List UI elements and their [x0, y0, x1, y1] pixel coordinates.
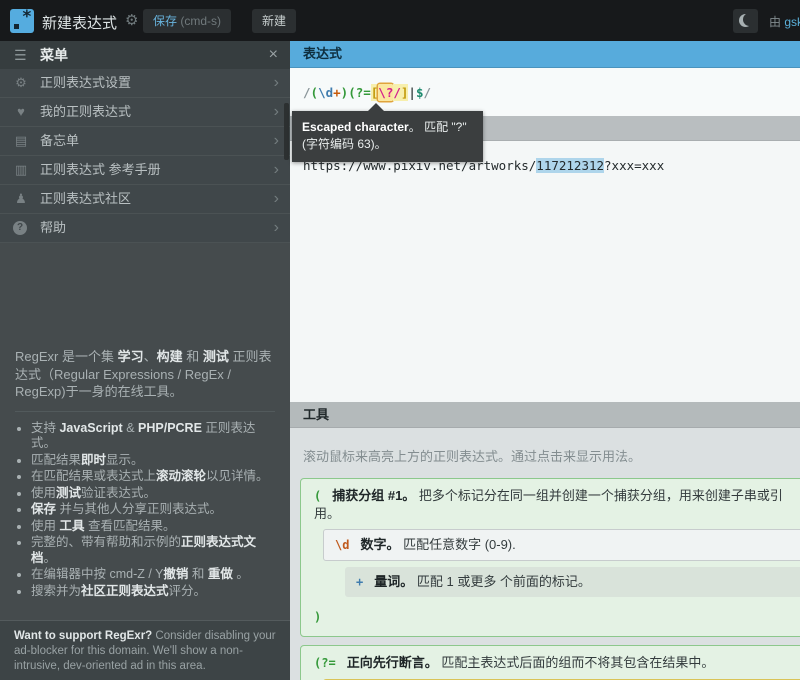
save-shortcut-hint: (cmd-s) [177, 14, 221, 28]
sidebar-item-help[interactable]: ? 帮助 › [0, 214, 290, 243]
tools-header-label: 工具 [303, 407, 329, 422]
feature-list: 支持 JavaScript & PHP/PCRE 正则表达式。 匹配结果即时显示… [15, 421, 275, 600]
feature-item: 支持 JavaScript & PHP/PCRE 正则表达式。 [31, 421, 275, 452]
heart-icon: ♥ [13, 98, 29, 126]
token-group-close: ) [314, 610, 321, 624]
tools-hint: 滚动鼠标来高亮上方的正则表达式。通过点击来显示用法。 [290, 428, 800, 478]
feature-item: 使用 工具 查看匹配结果。 [31, 519, 275, 535]
menu-header: ☰ 菜单 × [0, 41, 290, 69]
ad-notice: Want to support RegExr? Consider disabli… [0, 620, 290, 680]
save-button-label: 保存 [153, 14, 177, 28]
tools-header: 工具 [290, 402, 800, 428]
chevron-right-icon: › [274, 214, 279, 242]
save-button[interactable]: 保存 (cmd-s) [143, 9, 231, 33]
sidebar-scrollbar[interactable] [284, 103, 289, 160]
menu-title: 菜单 [40, 47, 68, 63]
explain-sub-digit[interactable]: \d数字。 匹配任意数字 (0-9). [323, 529, 800, 561]
gear-icon: ⚙ [13, 69, 29, 97]
feature-item: 在编辑器中按 cmd-Z / Y撤销 和 重做 。 [31, 567, 275, 583]
sidebar-item-cheatsheet[interactable]: ▤ 备忘单 › [0, 127, 290, 156]
explain-row-group-open[interactable]: (捕获分组 #1。 把多个标记分在同一组并创建一个捕获分组，用来创建子串或引用。 [301, 482, 800, 527]
menu-list-icon: ☰ [14, 41, 27, 69]
explain-block-lookahead[interactable]: (?=正向先行断言。 匹配主表达式后面的组而不将其包含在结果中。 [字符集。 匹… [300, 645, 800, 680]
token-quantifier: + [356, 575, 363, 589]
sidebar-item-label: 正则表达式社区 [40, 191, 131, 206]
main-panel: 表达式 /(\d+)(?=[\?/]|$/ https://www.pixiv.… [290, 41, 800, 680]
chevron-right-icon: › [274, 185, 279, 213]
title-gear-icon[interactable]: ⚙ [125, 11, 138, 29]
sidebar-item-reference[interactable]: ▥ 正则表达式 参考手册 › [0, 156, 290, 185]
feature-item: 使用测试验证表达式。 [31, 486, 275, 502]
chevron-right-icon: › [274, 156, 279, 184]
test-text-area[interactable]: https://www.pixiv.net/artworks/117212312… [290, 141, 800, 402]
sidebar-item-label: 备忘单 [40, 133, 79, 148]
sidebar-description: RegExr 是一个集 学习、构建 和 测试 正则表达式（Regular Exp… [15, 348, 275, 600]
reference-book-icon: ▥ [13, 156, 29, 184]
cheatsheet-icon: ▤ [13, 127, 29, 155]
community-icon: ♟ [13, 185, 29, 213]
new-button-label: 新建 [262, 14, 286, 28]
close-icon[interactable]: × [269, 41, 278, 69]
new-button[interactable]: 新建 [252, 9, 296, 33]
sidebar-item-community[interactable]: ♟ 正则表达式社区 › [0, 185, 290, 214]
token-lookahead: (?= [314, 656, 336, 670]
sidebar-item-label: 正则表达式设置 [40, 75, 131, 90]
chevron-right-icon: › [274, 127, 279, 155]
match-highlight[interactable]: 117212312 [536, 158, 604, 173]
feature-item: 完整的、带有帮助和示例的正则表达式文档。 [31, 535, 275, 566]
chevron-right-icon: › [274, 98, 279, 126]
explain-row-group-close[interactable]: ) [301, 603, 800, 631]
moon-icon [739, 14, 752, 27]
divider [15, 411, 275, 412]
logo-dot [14, 24, 19, 29]
chevron-right-icon: › [274, 69, 279, 97]
explain-block-capture-group[interactable]: (捕获分组 #1。 把多个标记分在同一组并创建一个捕获分组，用来创建子串或引用。… [300, 478, 800, 637]
sidebar-item-label: 正则表达式 参考手册 [40, 162, 161, 177]
top-bar: * 新建表达式 ⚙ 保存 (cmd-s) 新建 由 gskinner [0, 0, 800, 41]
sidebar-item-label: 帮助 [40, 220, 66, 235]
token-group-open: ( [314, 489, 321, 503]
feature-item: 匹配结果即时显示。 [31, 453, 275, 469]
sidebar-item-my-patterns[interactable]: ♥ 我的正则表达式 › [0, 98, 290, 127]
expression-input[interactable]: /(\d+)(?=[\?/]|$/ [290, 68, 800, 116]
tools-body: 滚动鼠标来高亮上方的正则表达式。通过点击来显示用法。 (捕获分组 #1。 把多个… [290, 428, 800, 680]
regexr-logo[interactable]: * [10, 9, 34, 33]
expression-header-label: 表达式 [303, 46, 342, 61]
credit-text: 由 gskinner [769, 13, 800, 30]
sidebar-item-label: 我的正则表达式 [40, 104, 131, 119]
feature-item: 搜索并为社区正则表达式评分。 [31, 584, 275, 600]
explain-sub-quantifier[interactable]: +量词。 匹配 1 或更多 个前面的标记。 [345, 567, 800, 597]
help-icon: ? [13, 221, 27, 235]
token-tooltip: Escaped character。 匹配 "?" (字符编码 63)。 [292, 111, 483, 162]
logo-asterisk-icon: * [22, 7, 32, 27]
expression-header: 表达式 [290, 41, 800, 68]
explain-row-lookahead[interactable]: (?=正向先行断言。 匹配主表达式后面的组而不将其包含在结果中。 [301, 649, 800, 677]
expression-value[interactable]: /(\d+)(?=[\?/]|$/ [303, 85, 431, 100]
feature-item: 在匹配结果或表达式上滚动滚轮以见详情。 [31, 469, 275, 485]
regexr-app: * 新建表达式 ⚙ 保存 (cmd-s) 新建 由 gskinner ☰ 菜单 … [0, 0, 800, 680]
feature-item: 保存 并与其他人分享正则表达式。 [31, 502, 275, 518]
dark-mode-toggle[interactable] [733, 9, 758, 33]
intro-paragraph: RegExr 是一个集 学习、构建 和 测试 正则表达式（Regular Exp… [15, 348, 275, 401]
sidebar: ☰ 菜单 × ⚙ 正则表达式设置 › ♥ 我的正则表达式 › ▤ 备忘单 › ▥… [0, 41, 290, 680]
sidebar-item-settings[interactable]: ⚙ 正则表达式设置 › [0, 69, 290, 98]
gskinner-link[interactable]: gskinner [784, 15, 800, 29]
expression-title[interactable]: 新建表达式 [42, 12, 117, 33]
token-digit: \d [335, 538, 349, 552]
